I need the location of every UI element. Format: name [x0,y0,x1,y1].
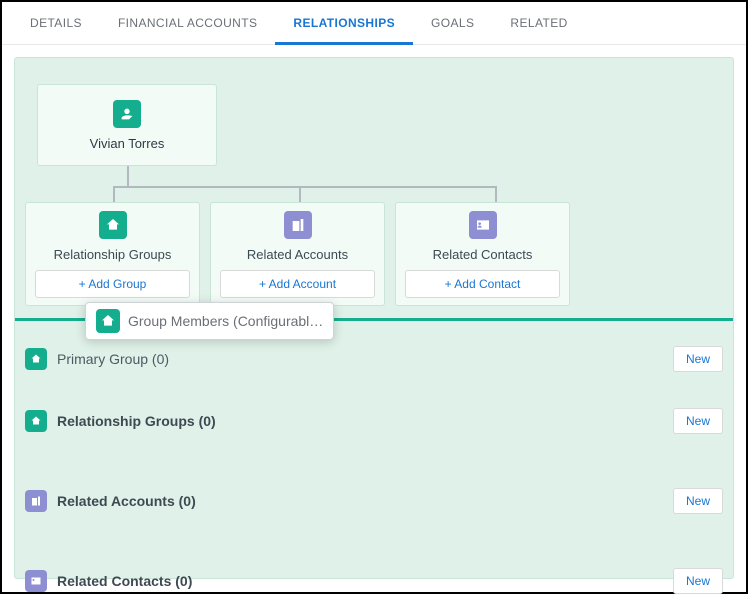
children-row: Relationship Groups + Add Group Related … [25,202,570,306]
related-lists: Primary Group (0) New Relationship Group… [15,334,733,594]
add-account-button[interactable]: + Add Account [220,270,375,298]
tab-financial-accounts[interactable]: FINANCIAL ACCOUNTS [100,2,275,44]
connector [299,188,301,202]
list-title[interactable]: Related Contacts (0) [57,573,192,589]
card-title: Related Contacts [433,247,533,262]
connector [113,188,115,202]
list-title[interactable]: Related Accounts (0) [57,493,196,509]
building-icon [25,490,47,512]
relationships-canvas: Vivian Torres Relationship Groups + Add … [14,57,734,579]
new-button-accounts[interactable]: New [673,488,723,514]
tab-bar: DETAILS FINANCIAL ACCOUNTS RELATIONSHIPS… [2,2,746,45]
list-title[interactable]: Primary Group (0) [57,351,169,367]
connector [113,186,497,188]
card-related-accounts[interactable]: Related Accounts + Add Account [210,202,385,306]
tab-related[interactable]: RELATED [492,2,585,44]
group-members-icon [96,309,120,333]
card-title: Related Accounts [247,247,348,262]
person-name: Vivian Torres [90,136,165,151]
add-contact-button[interactable]: + Add Contact [405,270,560,298]
new-button-groups[interactable]: New [673,408,723,434]
list-related-accounts: Related Accounts (0) New [15,476,733,526]
card-relationship-groups[interactable]: Relationship Groups + Add Group [25,202,200,306]
connector [127,166,129,188]
list-title[interactable]: Relationship Groups (0) [57,413,216,429]
building-icon [284,211,312,239]
list-primary-group: Primary Group (0) New [15,334,733,384]
new-button-primary[interactable]: New [673,346,723,372]
house-icon [99,211,127,239]
person-card[interactable]: Vivian Torres [37,84,217,166]
list-relationship-groups: Relationship Groups (0) New [15,396,733,446]
list-related-contacts: Related Contacts (0) New [15,556,733,594]
new-button-contacts[interactable]: New [673,568,723,594]
connector [495,188,497,202]
tab-relationships[interactable]: RELATIONSHIPS [275,2,413,45]
tab-details[interactable]: DETAILS [12,2,100,44]
add-group-button[interactable]: + Add Group [35,270,190,298]
person-icon [113,100,141,128]
card-title: Relationship Groups [54,247,172,262]
house-icon [25,348,47,370]
app-frame: DETAILS FINANCIAL ACCOUNTS RELATIONSHIPS… [0,0,748,594]
contact-card-icon [25,570,47,592]
card-related-contacts[interactable]: Related Contacts + Add Contact [395,202,570,306]
house-icon [25,410,47,432]
contact-card-icon [469,211,497,239]
popup-label: Group Members (Configurabl… [128,313,323,329]
tab-goals[interactable]: GOALS [413,2,492,44]
